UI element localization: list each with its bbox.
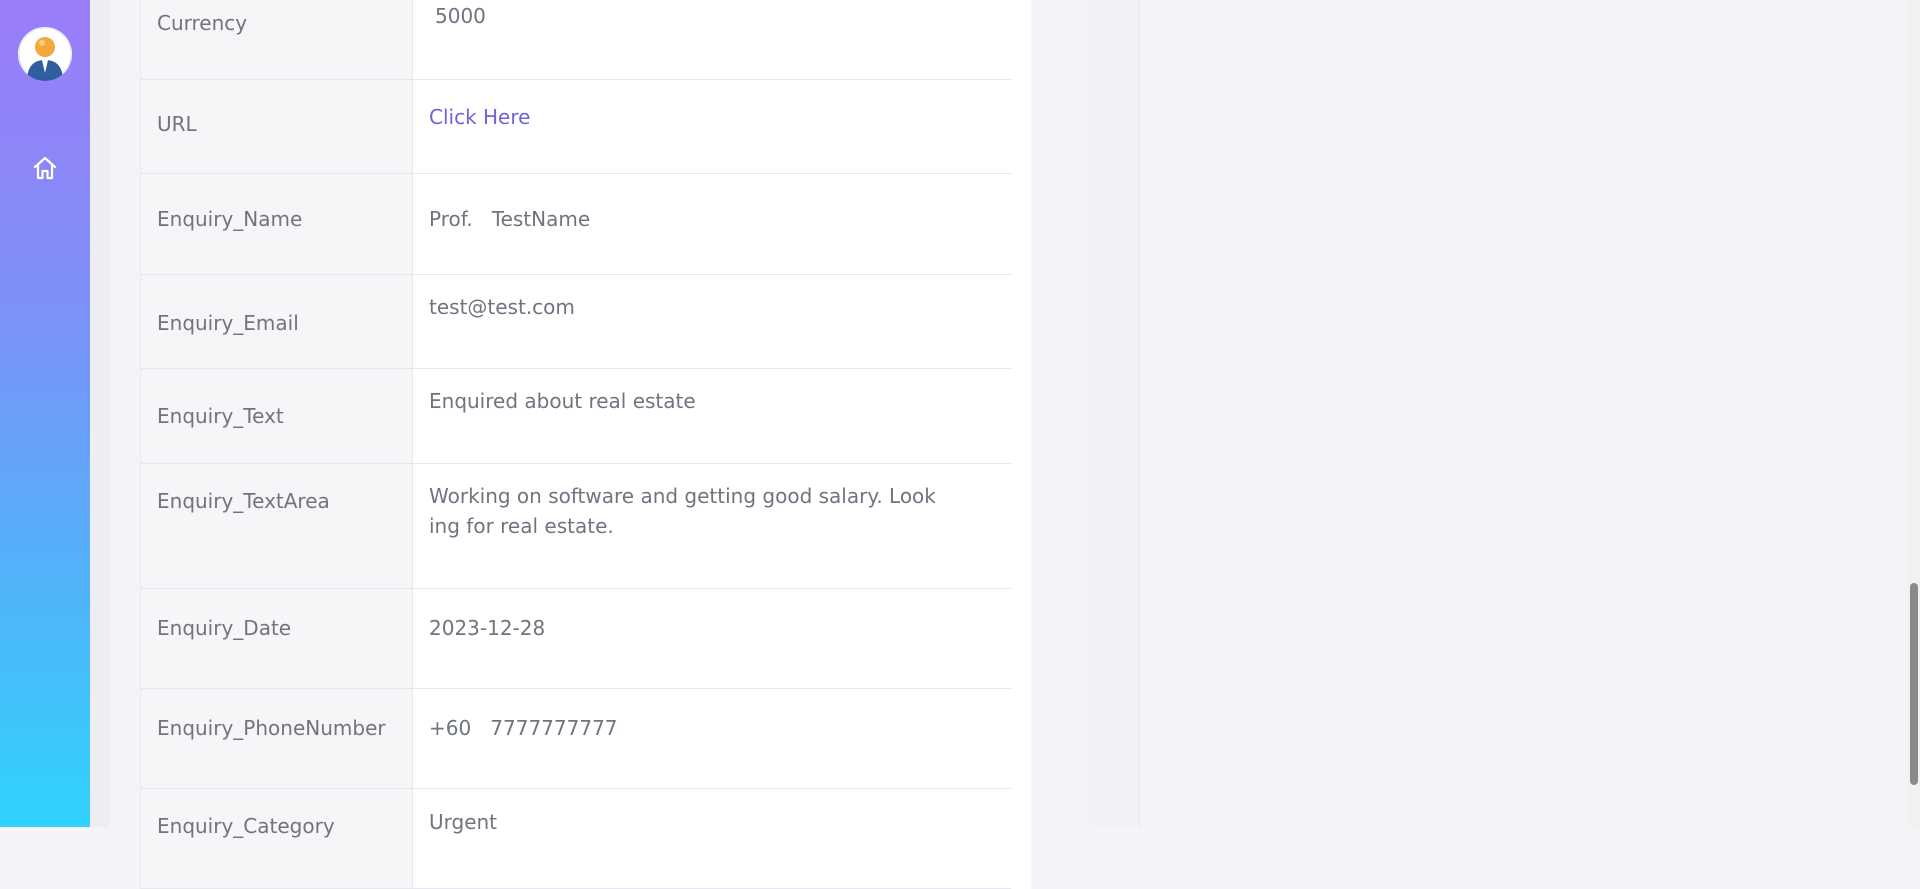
row-label-enquiry-email: Enquiry_Email (141, 274, 413, 369)
table-row: URL Click Here (141, 79, 1011, 174)
table-row: Enquiry_PhoneNumber +60 7777777777 (141, 688, 1011, 789)
details-card: Currency 5000 URL Click Here Enquiry_Nam… (140, 0, 1031, 889)
row-label-enquiry-category: Enquiry_Category (141, 788, 413, 889)
home-icon[interactable] (30, 153, 60, 183)
table-row: Enquiry_Category Urgent (141, 788, 1011, 889)
scrollbar-thumb[interactable] (1910, 583, 1918, 785)
row-value-currency: 5000 (412, 0, 1011, 80)
row-value-enquiry-category: Urgent (412, 788, 1011, 889)
url-link[interactable]: Click Here (429, 105, 530, 129)
row-label-enquiry-date: Enquiry_Date (141, 588, 413, 689)
row-value-enquiry-email: test@test.com (412, 274, 1011, 369)
row-label-url: URL (141, 79, 413, 174)
table-row: Enquiry_Name Prof. TestName (141, 173, 1011, 275)
row-label-enquiry-phone: Enquiry_PhoneNumber (141, 688, 413, 789)
row-value-enquiry-phone: +60 7777777777 (412, 688, 1011, 789)
table-row: Enquiry_Email test@test.com (141, 274, 1011, 369)
table-row: Enquiry_Text Enquired about real estate (141, 368, 1011, 464)
table-row: Enquiry_Date 2023-12-28 (141, 588, 1011, 689)
row-label-enquiry-name: Enquiry_Name (141, 173, 413, 275)
table-row: Enquiry_TextArea Working on software and… (141, 463, 1011, 589)
table-row: Currency 5000 (141, 0, 1011, 80)
row-value-enquiry-name: Prof. TestName (412, 173, 1011, 275)
row-label-currency: Currency (141, 0, 413, 80)
sidebar (0, 0, 90, 827)
details-table: Currency 5000 URL Click Here Enquiry_Nam… (141, 0, 1011, 889)
content-gutter (90, 0, 110, 827)
row-value-enquiry-text: Enquired about real estate (412, 368, 1011, 464)
page-scrollbar[interactable] (1908, 0, 1920, 827)
row-value-enquiry-date: 2023-12-28 (412, 588, 1011, 689)
user-avatar-icon[interactable] (18, 27, 72, 81)
main-content: Currency 5000 URL Click Here Enquiry_Nam… (110, 0, 1910, 889)
card-edge-strip (1090, 0, 1140, 827)
row-label-enquiry-textarea: Enquiry_TextArea (141, 463, 413, 589)
row-value-enquiry-textarea: Working on software and getting good sal… (412, 463, 1011, 589)
row-label-enquiry-text: Enquiry_Text (141, 368, 413, 464)
